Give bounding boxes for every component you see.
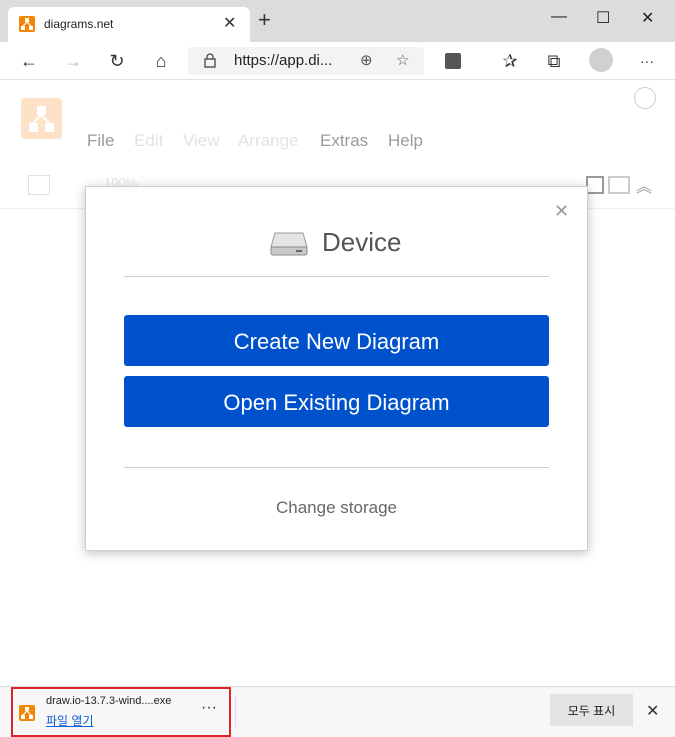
url-text: https://app.di... [234, 52, 333, 69]
dialog-close-icon[interactable]: ✕ [554, 201, 569, 222]
address-bar[interactable]: https://app.di... ⊕ ☆ [188, 47, 424, 75]
download-filename: draw.io-13.7.3-wind....exe [46, 695, 172, 707]
add-icon[interactable]: ⊕ [360, 51, 373, 69]
format-panel-icon[interactable] [586, 176, 604, 194]
dialog-title: Device [322, 227, 402, 257]
show-all-downloads-button[interactable]: 모두 표시 [550, 694, 633, 726]
tab-title: diagrams.net [44, 17, 114, 31]
tab-strip: diagrams.net ✕ + — ☐ ✕ [0, 0, 675, 42]
menu-view[interactable]: View [183, 131, 220, 151]
storage-dialog: ✕ Device Create New Diagram Open Existin… [85, 186, 588, 551]
tab-close-icon[interactable]: ✕ [223, 13, 236, 33]
footer-divider [124, 467, 549, 468]
hard-drive-icon [270, 229, 308, 262]
drawio-favicon-icon [19, 16, 35, 32]
create-new-diagram-button[interactable]: Create New Diagram [124, 315, 549, 366]
menu-arrange[interactable]: Arrange [238, 131, 298, 151]
minimize-icon[interactable]: — [551, 8, 567, 26]
open-file-link[interactable]: 파일 열기 [46, 712, 94, 729]
language-globe-icon[interactable] [634, 87, 656, 109]
extension-icon[interactable] [445, 53, 461, 69]
home-icon[interactable]: ⌂ [149, 50, 173, 72]
menu-help[interactable]: Help [388, 131, 423, 151]
back-icon[interactable]: ← [17, 50, 41, 72]
download-more-icon[interactable]: ··· [201, 699, 217, 717]
profile-avatar[interactable] [589, 48, 613, 72]
collapse-icon[interactable]: ︽ [636, 173, 652, 197]
new-tab-button[interactable]: + [258, 9, 271, 31]
download-bar: draw.io-13.7.3-wind....exe 파일 열기 ··· 모두 … [0, 686, 675, 737]
open-existing-diagram-button[interactable]: Open Existing Diagram [124, 376, 549, 427]
refresh-icon[interactable]: ↻ [105, 50, 129, 72]
forward-icon[interactable]: → [61, 50, 85, 72]
browser-toolbar: ← → ↻ ⌂ https://app.di... ⊕ ☆ ✰ ⧉ ··· [0, 42, 675, 80]
download-file-icon [19, 705, 35, 721]
tab-diagrams[interactable]: diagrams.net ✕ [8, 7, 250, 42]
favorite-star-icon[interactable]: ☆ [396, 51, 409, 69]
title-divider [124, 276, 549, 277]
change-storage-link[interactable]: Change storage [86, 498, 587, 518]
collections-icon[interactable]: ⧉ [542, 50, 566, 72]
menu-file[interactable]: File [87, 131, 114, 151]
pages-icon[interactable] [28, 175, 50, 195]
fullscreen-icon[interactable] [608, 176, 630, 194]
menu-edit[interactable]: Edit [134, 131, 163, 151]
download-bar-close-icon[interactable]: ✕ [646, 701, 659, 721]
download-divider [235, 695, 236, 727]
menu-extras[interactable]: Extras [320, 131, 368, 151]
download-item[interactable]: draw.io-13.7.3-wind....exe 파일 열기 ··· [11, 687, 231, 737]
app-logo [21, 98, 62, 139]
window-close-icon[interactable]: ✕ [641, 8, 654, 28]
favorites-icon[interactable]: ✰ [498, 50, 522, 72]
maximize-icon[interactable]: ☐ [596, 8, 610, 28]
lock-icon [204, 53, 216, 73]
settings-more-icon[interactable]: ··· [635, 50, 659, 72]
